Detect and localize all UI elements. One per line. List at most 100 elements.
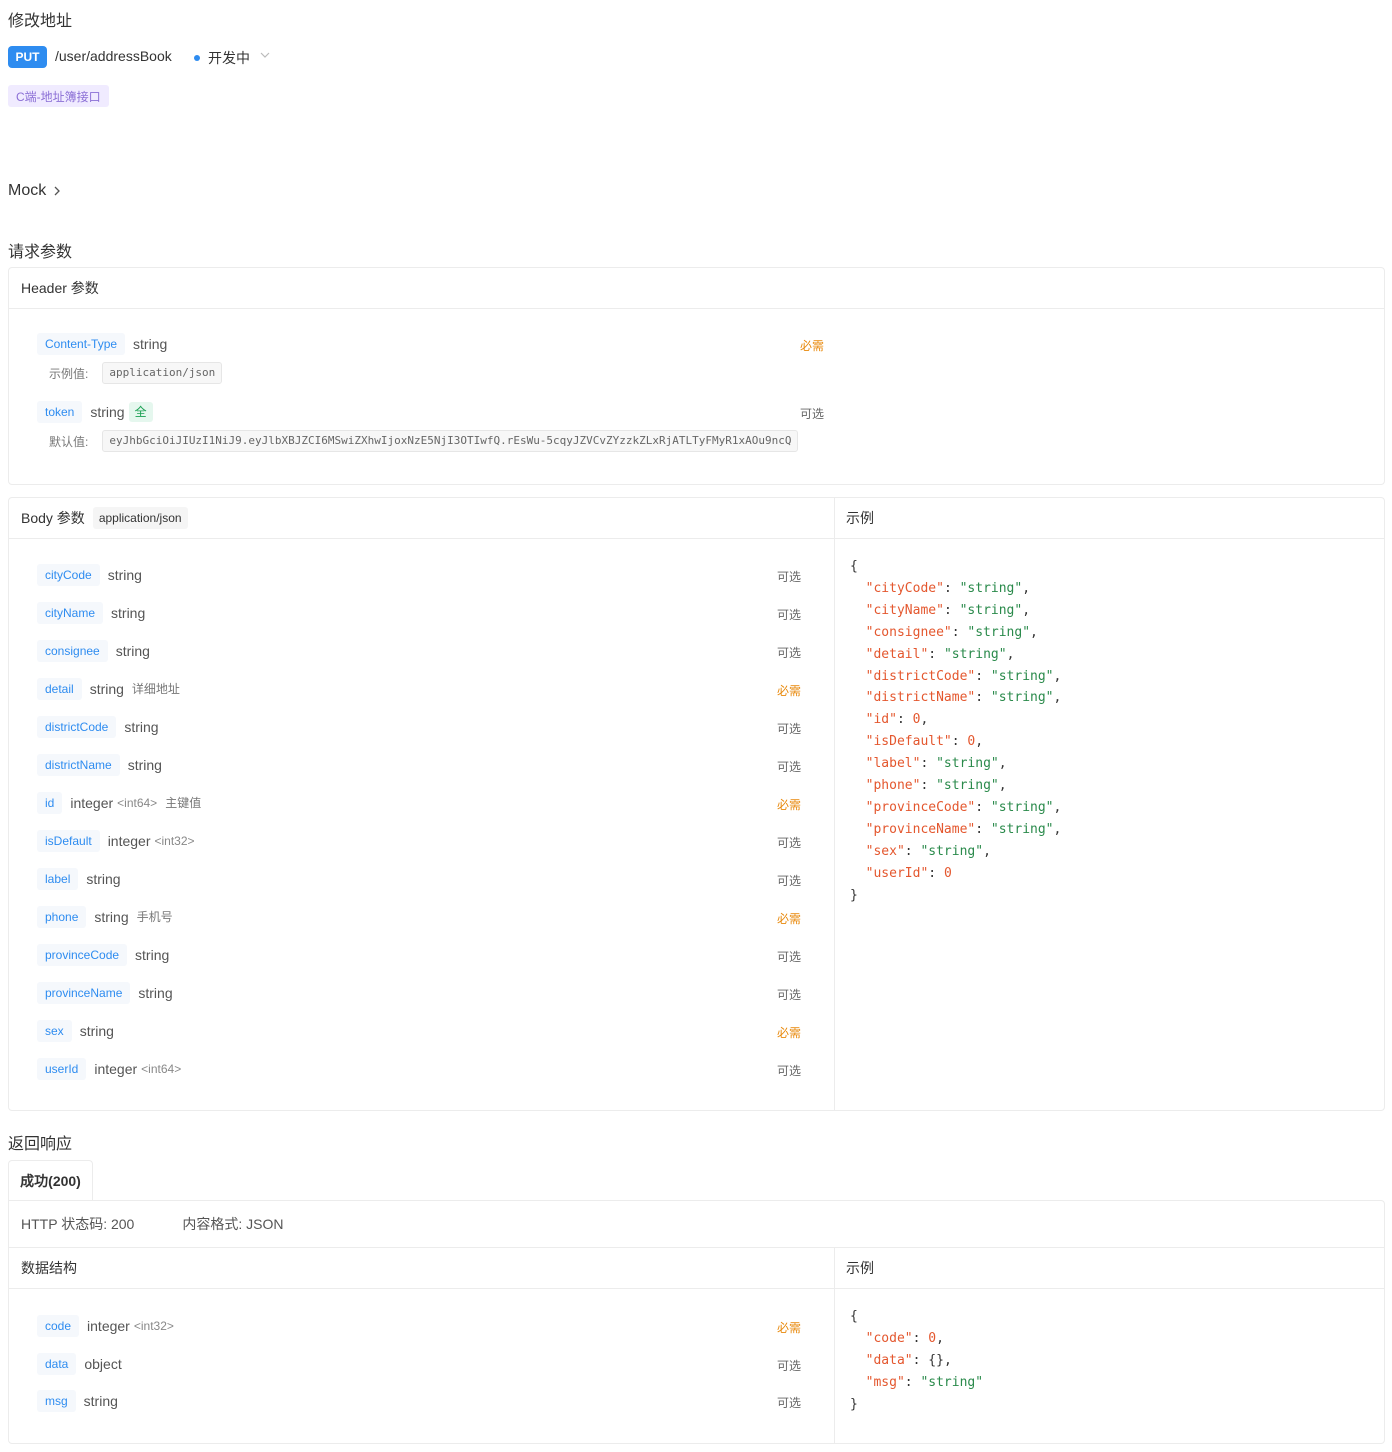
json-value: "string" <box>936 756 999 772</box>
optional-flag: 可选 <box>777 1358 802 1373</box>
body-example-heading: 示例 <box>835 498 1384 539</box>
example-value-row: 示例值: application/json <box>49 362 223 384</box>
param-name[interactable]: userId <box>37 1057 87 1080</box>
optional-flag: 可选 <box>777 645 802 660</box>
param-name[interactable]: label <box>37 867 79 890</box>
param-name[interactable]: provinceCode <box>37 943 128 966</box>
required-flag: 必需 <box>777 683 802 698</box>
default-value-label: 默认值: <box>49 434 89 449</box>
param-row-cityName: cityName string <box>37 601 145 624</box>
json-value: "string" <box>920 843 984 859</box>
response-panel: HTTP 状态码: 200 内容格式: JSON 数据结构 code intege… <box>8 1200 1385 1444</box>
json-key: "phone" <box>865 778 921 794</box>
json-key: "provinceName" <box>865 821 976 837</box>
mock-label: Mock <box>8 182 47 199</box>
param-name[interactable]: districtCode <box>37 715 117 738</box>
content-format: 内容格式: JSON <box>182 1216 284 1232</box>
param-row-content-type: Content-Type string <box>37 333 167 355</box>
param-type: string <box>94 908 129 925</box>
json-value: "string" <box>990 690 1054 706</box>
response-schema-heading: 数据结构 <box>9 1248 834 1289</box>
json-key: "data" <box>865 1352 913 1368</box>
param-description: 详细地址 <box>131 682 180 697</box>
chevron-down-icon[interactable] <box>258 48 272 62</box>
param-name[interactable]: detail <box>37 677 82 700</box>
param-row-isDefault: isDefault integer <int32> <box>37 829 195 852</box>
optional-flag: 可选 <box>777 721 802 736</box>
param-name[interactable]: token <box>37 401 83 423</box>
json-key: "districtCode" <box>865 668 976 684</box>
param-name[interactable]: cityCode <box>37 564 100 586</box>
optional-flag: 可选 <box>777 570 802 584</box>
param-name[interactable]: Content-Type <box>37 333 126 355</box>
status-dot-icon <box>194 55 200 61</box>
json-value: 0 <box>928 1330 937 1346</box>
param-name[interactable]: consignee <box>37 639 108 662</box>
param-type: string <box>124 718 159 735</box>
param-row-cityCode: cityCode string <box>37 564 142 586</box>
param-name[interactable]: provinceName <box>37 981 131 1004</box>
param-row-label: label string <box>37 867 121 890</box>
param-format: <int64> <box>117 795 158 810</box>
default-value[interactable]: eyJhbGciOiJIUzI1NiJ9.eyJlbXBJZCI6MSwiZXh… <box>102 430 799 452</box>
required-flag: 必需 <box>777 911 802 926</box>
param-name[interactable]: isDefault <box>37 829 100 852</box>
param-description: 手机号 <box>136 910 173 925</box>
request-params-title: 请求参数 <box>8 244 73 261</box>
param-name[interactable]: code <box>37 1315 80 1337</box>
json-value: "string" <box>959 580 1023 596</box>
json-key: "msg" <box>865 1374 905 1390</box>
param-format: <int32> <box>154 833 195 848</box>
response-example-heading: 示例 <box>835 1248 1384 1289</box>
response-schema-panel: 数据结构 code integer <int32> 必需 data object 可选 msg… <box>9 1248 835 1443</box>
tab-success-200[interactable]: 成功(200) <box>8 1160 93 1201</box>
body-params-list-panel: Body 参数 application/json cityCode string 可… <box>9 498 835 1110</box>
global-badge: 全 <box>128 402 153 422</box>
param-name[interactable]: data <box>37 1352 77 1375</box>
param-type: integer <box>87 1318 130 1334</box>
param-format: <int64> <box>141 1061 182 1076</box>
param-row-districtCode: districtCode string <box>37 715 159 738</box>
status-select[interactable]: 开发中 <box>208 48 250 68</box>
json-key: "provinceCode" <box>865 799 976 815</box>
json-key: "cityCode" <box>865 580 944 596</box>
param-name[interactable]: districtName <box>37 753 120 776</box>
response-example-panel: 示例 { "code": 0, "data": {}, "msg": "stri… <box>835 1248 1384 1443</box>
json-key: "sex" <box>865 843 905 859</box>
category-tag[interactable]: C端-地址簿接口 <box>8 85 109 107</box>
example-value[interactable]: application/json <box>102 362 223 384</box>
mock-toggle[interactable]: Mock <box>8 182 62 200</box>
json-value: "string" <box>990 821 1054 837</box>
json-key: "districtName" <box>865 690 976 706</box>
json-value: 0 <box>967 734 976 750</box>
param-name[interactable]: msg <box>37 1390 76 1412</box>
required-flag: 必需 <box>777 1321 802 1335</box>
param-row-districtName: districtName string <box>37 753 162 776</box>
param-name[interactable]: id <box>37 791 63 814</box>
param-name[interactable]: sex <box>37 1019 72 1042</box>
optional-flag: 可选 <box>777 759 802 774</box>
param-type: string <box>107 567 142 583</box>
param-name[interactable]: phone <box>37 905 87 928</box>
response-example-json[interactable]: { "code": 0, "data": {}, "msg": "string"… <box>850 1306 983 1416</box>
param-type: integer <box>107 832 151 849</box>
json-value: "string" <box>990 668 1054 684</box>
http-status-code: HTTP 状态码: 200 <box>21 1216 135 1232</box>
body-params-panel: Body 参数 application/json cityCode string 可… <box>8 497 1385 1111</box>
body-example-json[interactable]: { "cityCode": "string", "cityName": "str… <box>850 556 1061 907</box>
json-key: "id" <box>865 712 897 728</box>
optional-flag: 可选 <box>777 1063 802 1078</box>
param-description: 主键值 <box>165 796 202 811</box>
param-type: string <box>135 946 170 963</box>
json-value: "string" <box>936 778 999 794</box>
header-params-panel: Header 参数 Content-Type string 必需 示例值: ap… <box>8 267 1385 485</box>
chevron-right-icon <box>54 186 61 196</box>
optional-flag: 可选 <box>777 949 802 964</box>
param-row-userId: userId integer <int64> <box>37 1057 182 1080</box>
json-key: "code" <box>865 1330 913 1346</box>
param-type: string <box>89 680 124 697</box>
param-name[interactable]: cityName <box>37 601 104 624</box>
json-key: "consignee" <box>865 624 952 640</box>
optional-flag: 可选 <box>777 1396 802 1410</box>
default-value-row: 默认值: eyJhbGciOiJIUzI1NiJ9.eyJlbXBJZCI6MS… <box>49 430 799 452</box>
